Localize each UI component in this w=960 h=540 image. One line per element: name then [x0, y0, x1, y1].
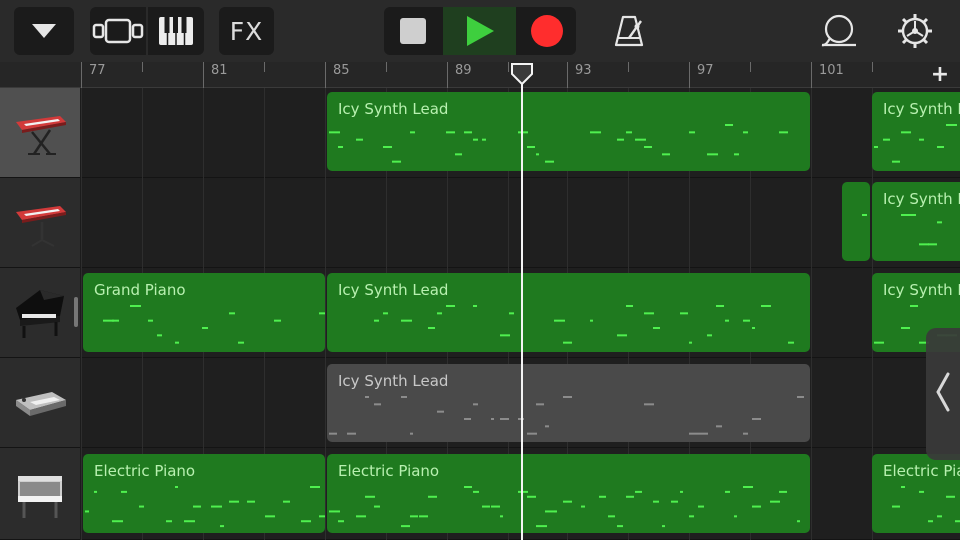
chevron-left-icon: [936, 372, 950, 412]
loop-icon: [821, 14, 856, 47]
ruler-beat-mark: [264, 62, 265, 72]
tracks-view-button[interactable]: [90, 7, 146, 55]
keyboard-on-stand-icon: [16, 206, 66, 247]
ruler-bar-label: 85: [333, 63, 350, 78]
add-track-button[interactable]: +: [926, 64, 954, 86]
region-notes: [329, 486, 800, 528]
grid-line: [81, 88, 82, 540]
region-notes: [892, 486, 960, 523]
region-name: Icy Synth Lead: [883, 281, 960, 299]
region-name: Icy Synth Lead: [338, 372, 449, 390]
midi-region-muted[interactable]: Icy Synth Lead: [327, 364, 810, 442]
tracks-view-icon: [92, 18, 144, 44]
track-header-4[interactable]: [0, 358, 80, 448]
ruler-bar-mark: [447, 62, 448, 88]
playhead-handle-icon[interactable]: [510, 63, 534, 85]
settings-button[interactable]: [890, 7, 940, 55]
record-button[interactable]: [517, 7, 576, 55]
ruler-beat-mark: [142, 62, 143, 72]
ruler-bar-label: 97: [697, 63, 714, 78]
track-list-scroll-indicator[interactable]: [74, 297, 78, 327]
toolbar: FX: [0, 0, 960, 62]
ruler-bar-label: 81: [211, 63, 228, 78]
ruler-bar-label: 77: [89, 63, 106, 78]
region-name: Icy Synth Lead: [883, 190, 960, 208]
region-name: Icy Synth Lead: [338, 281, 449, 299]
electric-piano-icon: [18, 476, 62, 518]
midi-region[interactable]: Icy Synth Lead: [872, 182, 960, 261]
browser-button[interactable]: [14, 7, 74, 55]
piano-keys-icon: [159, 17, 193, 45]
midi-region[interactable]: Electric Piano: [83, 454, 325, 533]
playhead-line[interactable]: [521, 80, 523, 540]
midi-region[interactable]: Icy Synth Lead: [327, 273, 810, 352]
grid-line: [325, 88, 326, 540]
stop-icon: [400, 18, 426, 44]
track-header-1[interactable]: [0, 88, 80, 178]
ruler-bar-mark: [325, 62, 326, 88]
track-header-2[interactable]: [0, 178, 80, 268]
region-notes: [329, 124, 788, 163]
midi-region[interactable]: Icy Synth Lead: [872, 92, 960, 171]
region-name: Electric Piano: [94, 462, 196, 480]
region-name: Electric Piano: [883, 462, 960, 480]
gear-icon: [898, 14, 932, 48]
region-name: Electric Piano: [338, 462, 440, 480]
garageband-tracks-view: FX 77 81 85 89 93 97 101 + Icy Synth Lea…: [0, 0, 960, 540]
ruler-bar-label: 93: [575, 63, 592, 78]
ruler-bar-mark: [81, 62, 82, 88]
track-header-3[interactable]: [0, 268, 80, 358]
midi-region[interactable]: Electric Piano: [327, 454, 810, 533]
synth-module-icon: [16, 392, 66, 416]
midi-region[interactable]: Icy Synth Lead: [327, 92, 810, 171]
region-name: Icy Synth Lead: [883, 100, 960, 118]
region-notes: [85, 486, 325, 528]
ruler-beat-mark: [628, 62, 629, 72]
ruler-bar-mark: [689, 62, 690, 88]
region-notes: [103, 305, 325, 344]
midi-region[interactable]: Electric Piano: [872, 454, 960, 533]
transport-controls: [384, 7, 576, 55]
region-name: Icy Synth Lead: [338, 100, 449, 118]
ruler-beat-mark: [508, 62, 509, 72]
stop-button[interactable]: [384, 7, 442, 55]
region-notes: [874, 124, 957, 163]
ruler-bar-label: 89: [455, 63, 472, 78]
ruler-bar-mark: [811, 62, 812, 88]
metronome-button[interactable]: [604, 7, 654, 55]
region-notes: [862, 214, 867, 216]
ruler-beat-mark: [386, 62, 387, 72]
fx-label: FX: [229, 16, 264, 46]
fx-button[interactable]: FX: [219, 7, 274, 55]
play-button[interactable]: [443, 7, 516, 55]
region-notes: [374, 305, 794, 344]
keyboard-button[interactable]: [148, 7, 204, 55]
record-icon: [530, 15, 563, 47]
chevron-down-icon: [32, 24, 56, 38]
region-notes: [901, 214, 942, 246]
side-panel-tab[interactable]: [926, 328, 960, 460]
ruler-bar-mark: [567, 62, 568, 88]
midi-region[interactable]: Grand Piano: [83, 273, 325, 352]
loop-button[interactable]: [814, 7, 864, 55]
region-notes: [329, 396, 804, 435]
track-header-5[interactable]: [0, 448, 80, 540]
ruler-bar-mark: [203, 62, 204, 88]
grid-line: [811, 88, 812, 540]
region-name: Grand Piano: [94, 281, 186, 299]
keyboard-on-stand-icon: [16, 116, 66, 155]
metronome-icon: [614, 15, 644, 47]
play-icon: [466, 16, 494, 46]
midi-region[interactable]: [842, 182, 870, 261]
timeline-ruler[interactable]: 77 81 85 89 93 97 101: [0, 62, 960, 88]
grand-piano-icon: [16, 290, 64, 338]
ruler-beat-mark: [872, 62, 873, 72]
ruler-bar-label: 101: [819, 63, 844, 78]
ruler-beat-mark: [750, 62, 751, 72]
